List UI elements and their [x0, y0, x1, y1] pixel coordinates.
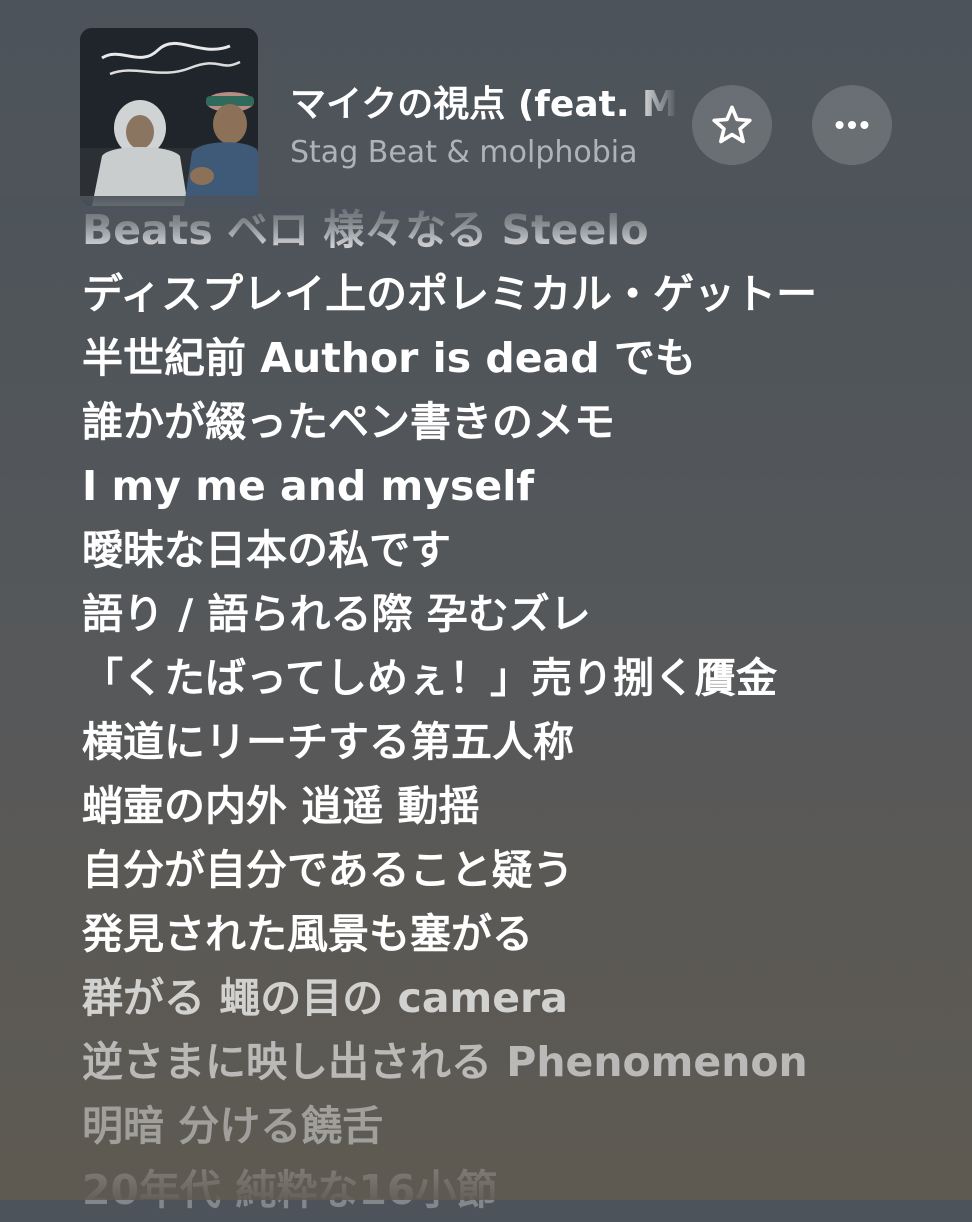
- track-artist: Stag Beat & molphobia: [290, 135, 638, 170]
- lyric-line[interactable]: 誰かが綴ったペン書きのメモ: [82, 390, 942, 454]
- lyric-line[interactable]: 半世紀前 Author is dead でも: [82, 326, 942, 390]
- lyric-line[interactable]: 語り / 語られる際 孕むズレ: [82, 582, 942, 646]
- track-title: マイクの視点 (feat. MA: [290, 84, 678, 125]
- now-playing-header: マイクの視点 (feat. MA Stag Beat & molphobia: [0, 0, 972, 210]
- album-artwork-image: [80, 28, 258, 206]
- lyric-line[interactable]: 曖昧な日本の私です: [82, 518, 942, 582]
- lyric-line[interactable]: 発見された風景も塞がる: [82, 902, 942, 966]
- lyric-line[interactable]: 横道にリーチする第五人称: [82, 710, 942, 774]
- lyric-line[interactable]: 群がる 蠅の目の camera: [82, 966, 942, 1030]
- more-options-button[interactable]: [812, 85, 892, 165]
- album-artwork[interactable]: [80, 28, 258, 206]
- lyric-line[interactable]: 「くたばってしめぇ！」売り捌く贋金: [82, 646, 942, 710]
- ellipsis-icon: [835, 120, 869, 130]
- lyrics-list[interactable]: Beats ベロ 様々なる Steelo ディスプレイ上のポレミカル・ゲットー …: [82, 198, 942, 1222]
- lyric-line[interactable]: 蛸壷の内外 逍遥 動揺: [82, 774, 942, 838]
- favorite-button[interactable]: [692, 85, 772, 165]
- star-outline-icon: [712, 105, 752, 144]
- lyric-line[interactable]: 明暗 分ける饒舌: [82, 1094, 942, 1158]
- lyric-line[interactable]: 20年代 純粋な16小節: [82, 1158, 942, 1222]
- track-info[interactable]: マイクの視点 (feat. MA Stag Beat & molphobia: [290, 82, 678, 174]
- lyric-line[interactable]: 自分が自分であること疑う: [82, 838, 942, 902]
- lyric-line[interactable]: ディスプレイ上のポレミカル・ゲットー: [82, 262, 942, 326]
- lyric-line[interactable]: 逆さまに映し出される Phenomenon: [82, 1030, 942, 1094]
- lyric-line[interactable]: Beats ベロ 様々なる Steelo: [82, 198, 942, 262]
- lyric-line[interactable]: I my me and myself: [82, 454, 942, 518]
